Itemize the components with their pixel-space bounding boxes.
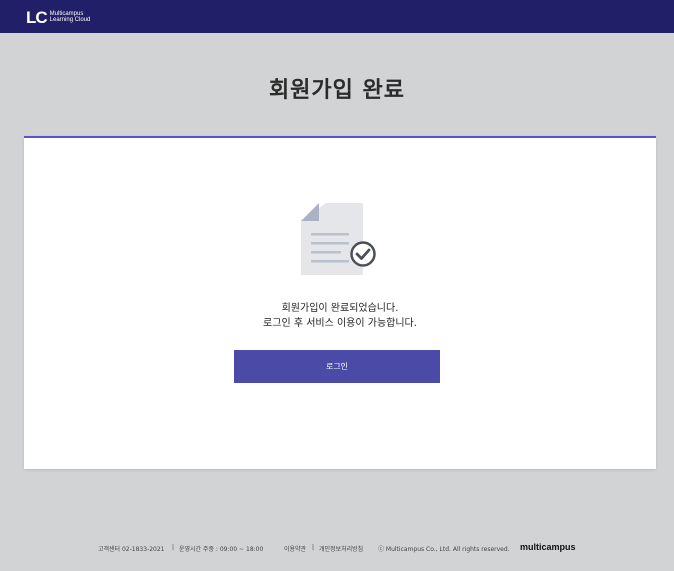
- logo-text: Multicampus Learning Cloud: [50, 11, 91, 24]
- terms-link[interactable]: 이용약관: [284, 544, 306, 553]
- logo-line2: Learning Cloud: [49, 17, 91, 23]
- lc-logo[interactable]: LC Multicampus Learning Cloud: [26, 8, 90, 26]
- logo-mark: LC: [26, 7, 48, 27]
- footer: 고객센터 02-1833-2021 | 운영시간 주중 : 09:00 ~ 18…: [0, 542, 674, 554]
- message-line2: 로그인 후 서비스 이용이 가능합니다.: [263, 318, 417, 329]
- message-line1: 회원가입이 완료되었습니다.: [281, 303, 399, 314]
- page-title: 회원가입 완료: [268, 78, 406, 103]
- privacy-policy-link[interactable]: 개인정보처리방침: [319, 544, 363, 553]
- copyright-text: ⓒ Multicampus Co., Ltd. All rights reser…: [378, 546, 510, 553]
- multicampus-logo[interactable]: multicampus: [520, 542, 576, 552]
- customer-center-text: 고객센터 02-1833-2021: [98, 546, 165, 553]
- footer-separator: |: [312, 544, 315, 551]
- top-header: LC Multicampus Learning Cloud: [0, 0, 674, 33]
- completion-message: 회원가입이 완료되었습니다. 로그인 후 서비스 이용이 가능합니다.: [24, 301, 656, 331]
- footer-separator: |: [172, 544, 175, 551]
- completion-card: 회원가입이 완료되었습니다. 로그인 후 서비스 이용이 가능합니다. 로그인: [24, 136, 656, 469]
- operating-hours-text: 운영시간 주중 : 09:00 ~ 18:00: [179, 546, 264, 553]
- login-button[interactable]: 로그인: [234, 350, 440, 383]
- document-check-icon: [301, 203, 376, 275]
